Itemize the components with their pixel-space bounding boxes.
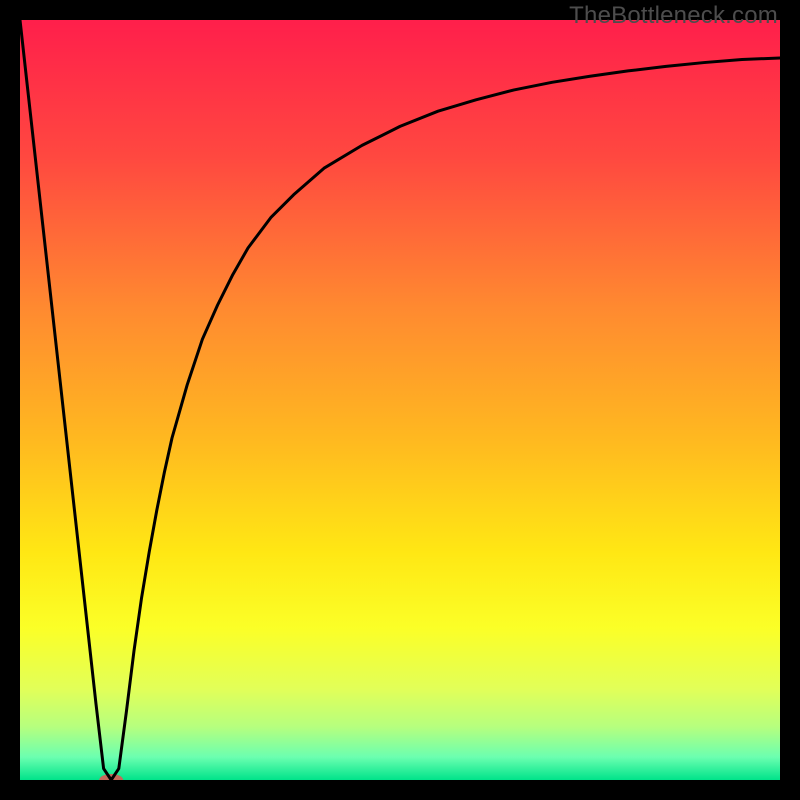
chart-plot <box>20 20 780 780</box>
watermark-text: TheBottleneck.com <box>569 2 778 30</box>
chart-frame: TheBottleneck.com <box>0 0 800 800</box>
chart-background <box>20 20 780 780</box>
